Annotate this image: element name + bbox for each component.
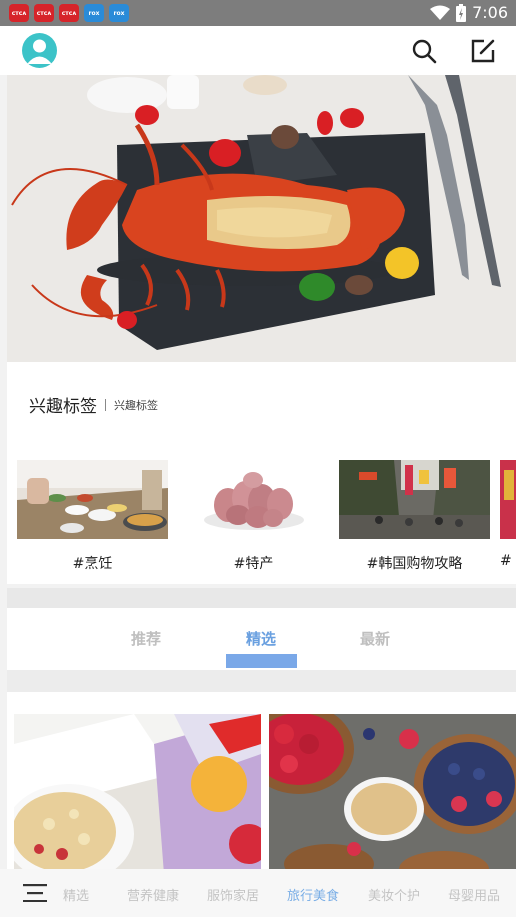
search-icon[interactable] (411, 38, 437, 64)
nav-item-beauty[interactable]: 美妆个护 (368, 885, 420, 904)
tag-carousel[interactable]: #烹饪 #特产 #韩国购物攻略 # (17, 460, 516, 584)
tab-featured[interactable]: 精选 (246, 628, 276, 649)
interest-title: 兴趣标签 (29, 397, 97, 417)
tab-recommend[interactable]: 推荐 (131, 628, 161, 649)
notification-icons: ᴄᴛᴄᴀ ᴄᴛᴄᴀ ᴄᴛᴄᴀ rox rox (9, 4, 129, 22)
cooking-image (17, 460, 168, 539)
hero-banner-image[interactable] (7, 75, 516, 362)
korea-street-image (339, 460, 490, 539)
lobster-dish-image (7, 75, 516, 362)
tag-label: #烹饪 (72, 556, 113, 572)
interest-tags-section: 兴趣标签 兴趣标签 #烹饪 #特产 #韩国购物攻略 # (7, 362, 516, 584)
nav-item-baby[interactable]: 母婴用品 (448, 885, 500, 904)
nav-item-clothing-home[interactable]: 服饰家居 (207, 885, 259, 904)
avatar[interactable] (22, 33, 57, 68)
tag-label: # (500, 553, 512, 569)
tag-label: #特产 (233, 556, 274, 572)
battery-icon (456, 3, 467, 22)
divider (105, 398, 106, 411)
user-icon (27, 39, 52, 64)
top-bar (0, 26, 516, 75)
tag-card-korea-shopping[interactable]: #韩国购物攻略 (339, 460, 490, 573)
app-icon-4: rox (84, 4, 104, 22)
interest-subtitle: 兴趣标签 (114, 398, 158, 412)
tag-card-specialty[interactable]: #特产 (178, 460, 329, 573)
tag-card-cooking[interactable]: #烹饪 (17, 460, 168, 573)
divider (7, 670, 516, 692)
tab-indicator (226, 654, 297, 668)
bottom-nav: 精选 营养健康 服饰家居 旅行美食 美妆个护 母婴用品 (0, 869, 516, 917)
tag-label: #韩国购物攻略 (366, 556, 463, 572)
feed-card[interactable] (14, 714, 261, 869)
nav-item-travel-food[interactable]: 旅行美食 (287, 885, 339, 904)
nav-item-nutrition[interactable]: 营养健康 (127, 885, 179, 904)
clock: 7:06 (472, 3, 508, 22)
tag-card-partial[interactable]: # (500, 460, 516, 569)
berries-bowl-image (269, 714, 516, 869)
edit-icon[interactable] (470, 38, 496, 64)
app-icon-5: rox (109, 4, 129, 22)
app-icon-1: ᴄᴛᴄᴀ (9, 4, 29, 22)
feed-tabs: 推荐 精选 最新 (7, 608, 516, 670)
divider (7, 588, 516, 608)
nav-item-featured[interactable]: 精选 (63, 885, 89, 904)
granola-image (14, 714, 261, 869)
tag-image (500, 460, 516, 539)
app-icon-3: ᴄᴛᴄᴀ (59, 4, 79, 22)
specialty-image (178, 460, 329, 539)
app-icon-2: ᴄᴛᴄᴀ (34, 4, 54, 22)
status-bar: ᴄᴛᴄᴀ ᴄᴛᴄᴀ ᴄᴛᴄᴀ rox rox 7:06 (0, 0, 516, 26)
feed-card[interactable] (269, 714, 516, 869)
menu-icon[interactable] (23, 884, 47, 902)
tab-latest[interactable]: 最新 (360, 628, 390, 649)
feed-grid (7, 692, 516, 869)
wifi-icon (430, 5, 451, 20)
